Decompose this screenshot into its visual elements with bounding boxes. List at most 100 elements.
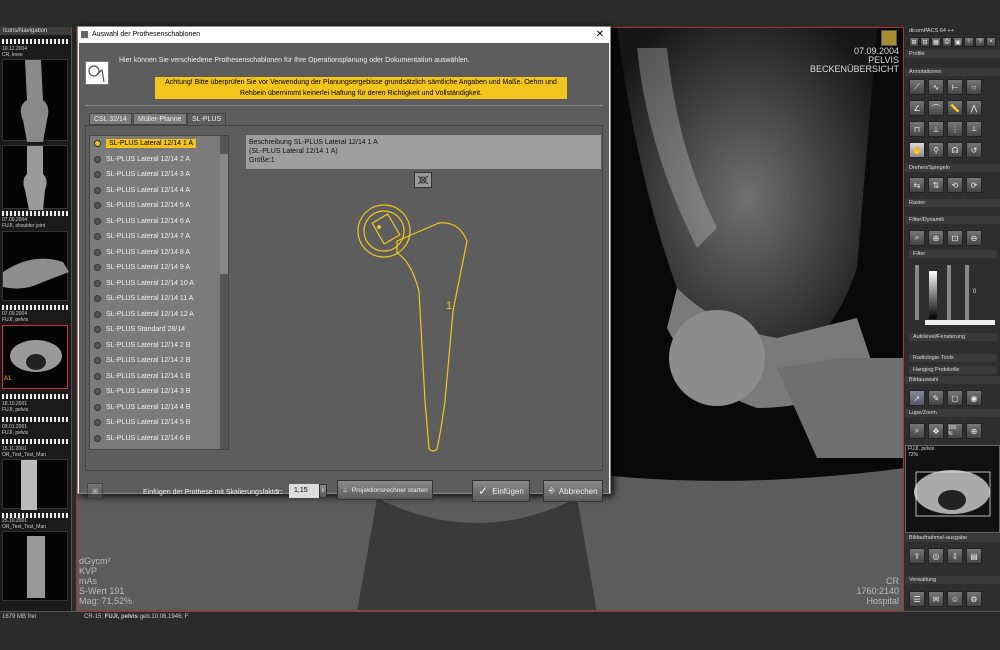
undo-icon[interactable]: ↺ <box>966 142 982 158</box>
tool-print-icon[interactable]: ⎙ <box>942 37 952 47</box>
section-annotations[interactable]: Annotationen <box>905 68 1000 76</box>
radio-icon[interactable] <box>94 279 101 287</box>
zoom-100-button[interactable]: 100 % <box>947 423 963 439</box>
template-list-item[interactable]: SL-PLUS Lateral 12/14 6 B <box>90 431 228 447</box>
template-view-icon[interactable] <box>414 172 432 188</box>
rotate-right-icon[interactable]: ⟳ <box>966 177 982 193</box>
tab-csl[interactable]: CSL 32/14 <box>89 113 132 125</box>
marker-icon[interactable] <box>881 30 897 46</box>
tool-help-icon[interactable]: ? <box>975 37 985 47</box>
curve-icon[interactable]: ∿ <box>928 79 944 95</box>
section-profile[interactable]: Profile <box>905 50 1000 58</box>
hip-icon[interactable]: ⊓ <box>909 121 925 137</box>
radio-icon[interactable] <box>94 388 101 395</box>
export-icon[interactable]: ⇩ <box>947 548 963 564</box>
tool-close-icon[interactable]: × <box>986 37 996 47</box>
cancel-button[interactable]: ⎆ Abbrechen <box>543 480 603 502</box>
worklist-icon[interactable]: ☰ <box>909 591 925 607</box>
prosthesis-icon[interactable]: ⚲ <box>928 142 944 158</box>
cine-icon[interactable]: ◉ <box>966 390 982 406</box>
filter-slider-3[interactable] <box>965 265 969 320</box>
radio-icon[interactable] <box>94 341 101 349</box>
section-image-selection[interactable]: Bildauswahl <box>905 376 1000 384</box>
radio-icon[interactable] <box>94 295 101 302</box>
template-list-item[interactable]: SL-PLUS Lateral 12/14 3 B <box>90 384 228 400</box>
cobb-icon[interactable]: ⌒ <box>928 100 944 116</box>
circle-icon[interactable]: ○ <box>966 79 982 95</box>
flip-horizontal-icon[interactable]: ⇆ <box>909 177 925 193</box>
template-list-item[interactable]: SL-PLUS Lateral 12/14 1 A <box>90 136 228 152</box>
hand-icon[interactable]: ✋ <box>909 142 925 158</box>
ruler-icon[interactable]: 📏 <box>947 100 963 116</box>
template-list-item[interactable]: SL-PLUS Lateral 12/14 3 A <box>90 167 228 183</box>
knee-icon[interactable]: ⊥ <box>928 121 944 137</box>
magnify-icon[interactable]: ⌕ <box>909 230 925 246</box>
frame-icon[interactable]: ▢ <box>947 390 963 406</box>
section-autolevel[interactable]: Autolevel/Fensterung <box>909 333 997 341</box>
section-filter[interactable]: Filter <box>909 250 997 258</box>
template-list-item[interactable]: SL-PLUS Lateral 12/14 9 A <box>90 260 228 276</box>
template-list-item[interactable]: SL-PLUS Lateral 12/14 10 A <box>90 276 228 292</box>
thumbnail-knee-2[interactable] <box>2 145 68 210</box>
cd-icon[interactable]: ◎ <box>928 548 944 564</box>
section-radiology-tools[interactable]: Radiologie-Tools <box>909 354 997 362</box>
radio-icon[interactable] <box>94 357 101 364</box>
template-list-item[interactable]: SL-PLUS Lateral 12/14 5 A <box>90 198 228 214</box>
scale-spinner[interactable]: ⇕ <box>319 484 327 498</box>
template-list-item[interactable]: SL-PLUS Lateral 12/14 2 B <box>90 338 228 354</box>
radio-icon[interactable] <box>94 233 101 240</box>
template-list-item[interactable]: SL-PLUS Lateral 12/14 7 A <box>90 229 228 245</box>
rotate-left-icon[interactable]: ⟲ <box>947 177 963 193</box>
thumbnail-spine-1[interactable] <box>2 459 68 510</box>
tool-windows-icon[interactable]: ⊟ <box>920 37 930 47</box>
radio-icon[interactable] <box>94 434 101 442</box>
template-list-item[interactable]: SL-PLUS Lateral 12/14 4 A <box>90 183 228 199</box>
tool-select-icon[interactable]: ⊞ <box>909 37 919 47</box>
measure-icon[interactable]: ⊢ <box>947 79 963 95</box>
section-magnifier-zoom[interactable]: Lupe/Zoom <box>905 409 1000 417</box>
template-list-item[interactable]: SL-PLUS Lateral 12/14 2 A <box>90 152 228 168</box>
tool-layout-icon[interactable]: ▦ <box>931 37 941 47</box>
template-icon[interactable]: ☊ <box>947 142 963 158</box>
users-icon[interactable]: ☺ <box>947 591 963 607</box>
template-list-item[interactable]: SL-PLUS Lateral 12/14 5 B <box>90 415 228 431</box>
close-icon[interactable]: ✕ <box>596 27 604 43</box>
tool-save-icon[interactable]: ▣ <box>953 37 963 47</box>
thumbnail-spine-2[interactable] <box>2 531 68 601</box>
radio-icon[interactable] <box>94 372 101 380</box>
template-list-item[interactable]: SL-PLUS Lateral 12/14 4 B <box>90 400 228 416</box>
tool-info-icon[interactable]: ! <box>964 37 974 47</box>
tab-mueller[interactable]: Müller-Pfanne <box>133 113 187 125</box>
scrollbar-thumb[interactable] <box>220 154 228 274</box>
section-administration[interactable]: Verwaltung <box>905 576 1000 584</box>
pen-icon[interactable]: ✎ <box>928 390 944 406</box>
spine-icon[interactable]: ⋮ <box>947 121 963 137</box>
radio-icon[interactable] <box>94 155 101 163</box>
window-slider[interactable] <box>925 320 995 325</box>
import-icon[interactable]: ⇪ <box>909 548 925 564</box>
zoom-fit-icon[interactable]: ⊕ <box>966 423 982 439</box>
tab-sl-plus[interactable]: SL-PLUS <box>187 113 227 125</box>
settings-icon[interactable]: ⚙ <box>966 591 982 607</box>
thumbnail-shoulder[interactable] <box>2 231 69 301</box>
line-icon[interactable]: ⟋ <box>909 79 925 95</box>
radio-icon[interactable] <box>94 217 101 225</box>
radio-icon[interactable] <box>94 140 101 147</box>
projection-calculator-button[interactable]: ⊥ Projektionsrechner starten <box>337 480 433 500</box>
loupe-icon[interactable]: ⌕ <box>909 423 925 439</box>
dialog-titlebar[interactable]: Auswahl der Prothesenschablonen ✕ <box>78 27 610 43</box>
filter-slider-2[interactable] <box>947 265 951 320</box>
report-icon[interactable]: ✉ <box>928 591 944 607</box>
template-list[interactable]: SL-PLUS Lateral 12/14 1 A SL-PLUS Lateral… <box>89 135 229 450</box>
section-filter-dynamic[interactable]: Filter/Dynamik <box>905 216 1000 224</box>
radio-icon[interactable] <box>94 310 101 318</box>
filter-slider-1[interactable] <box>915 265 919 320</box>
disk-icon[interactable]: ▤ <box>966 548 982 564</box>
leg-length-icon[interactable]: ⋀ <box>966 100 982 116</box>
template-list-item[interactable]: SL-PLUS Lateral 12/14 8 A <box>90 245 228 261</box>
template-list-item[interactable]: SL-PLUS Lateral 12/14 6 A <box>90 214 228 230</box>
template-list-item[interactable]: SL-PLUS Standard 28/14 <box>90 322 228 338</box>
insert-button[interactable]: ✓ Einfügen <box>472 480 530 502</box>
thumbnail-pelvis-active[interactable]: A1 <box>2 325 68 389</box>
radio-icon[interactable] <box>94 202 101 209</box>
